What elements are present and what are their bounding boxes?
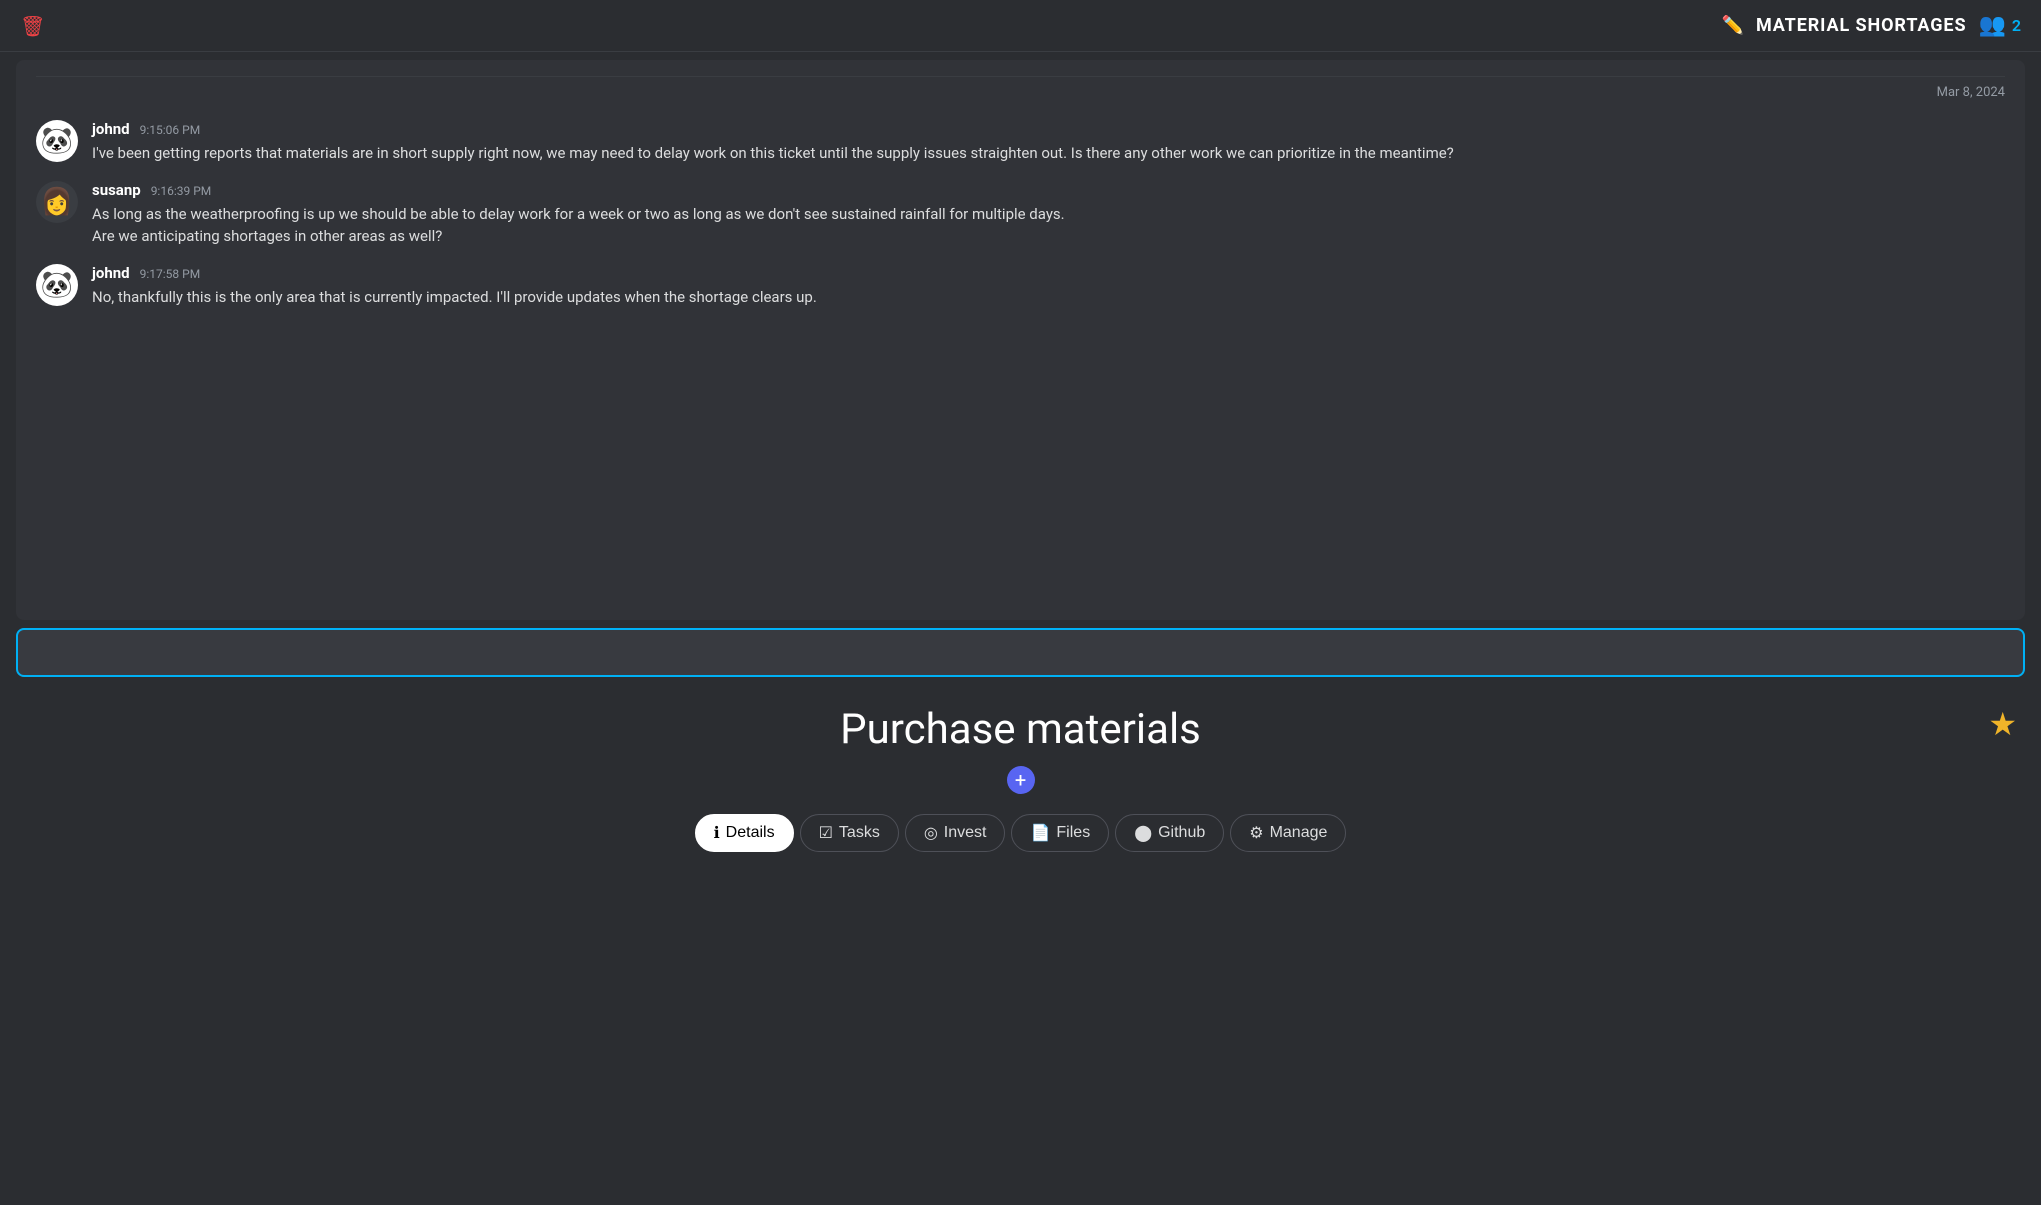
bottom-panel: ★ Purchase materials + ℹ Details ☑ Tasks… (0, 685, 2041, 1205)
tab-invest-label: Invest (944, 824, 987, 842)
message-author: susanp (92, 181, 141, 199)
avatar: 🐼 (36, 264, 78, 306)
panel-title: Purchase materials (840, 705, 1201, 754)
date-divider: Mar 8, 2024 (36, 76, 2005, 112)
message-text: No, thankfully this is the only area tha… (92, 286, 2005, 309)
message-author: johnd (92, 264, 130, 282)
top-bar-left: 🗑 (20, 14, 45, 38)
message-author: johnd (92, 120, 130, 138)
edit-icon[interactable]: ✏️ (1722, 15, 1744, 36)
message-time: 9:16:39 PM (151, 184, 212, 198)
message-content: johnd 9:15:06 PM I've been getting repor… (92, 120, 2005, 165)
star-button[interactable]: ★ (1988, 705, 2017, 743)
tab-details[interactable]: ℹ Details (695, 814, 794, 852)
tab-invest[interactable]: ◎ Invest (905, 814, 1006, 852)
tab-tasks[interactable]: ☑ Tasks (800, 814, 899, 852)
tab-files-label: Files (1056, 824, 1090, 842)
message-header: johnd 9:17:58 PM (92, 264, 2005, 282)
tab-manage[interactable]: ⚙ Manage (1230, 814, 1346, 852)
tab-github-label: Github (1158, 824, 1205, 842)
message-header: susanp 9:16:39 PM (92, 181, 2005, 199)
message-time: 9:17:58 PM (140, 267, 201, 281)
github-icon: ⬤ (1134, 823, 1152, 843)
tab-bar: ℹ Details ☑ Tasks ◎ Invest 📄 Files ⬤ Git… (695, 814, 1347, 852)
tab-details-label: Details (726, 824, 775, 842)
members-count: 2 (2012, 16, 2021, 35)
message-group: 👩 susanp 9:16:39 PM As long as the weath… (36, 181, 2005, 248)
tab-github[interactable]: ⬤ Github (1115, 814, 1224, 852)
tab-files[interactable]: 📄 Files (1011, 814, 1109, 852)
tasks-icon: ☑ (819, 823, 833, 843)
top-bar: 🗑 ✏️ MATERIAL SHORTAGES 👥 2 (0, 0, 2041, 52)
avatar: 👩 (36, 181, 78, 223)
top-bar-right: ✏️ MATERIAL SHORTAGES 👥 2 (1722, 13, 2021, 38)
tab-tasks-label: Tasks (839, 824, 880, 842)
message-content: susanp 9:16:39 PM As long as the weather… (92, 181, 2005, 248)
manage-icon: ⚙ (1249, 823, 1263, 843)
message-time: 9:15:06 PM (140, 123, 201, 137)
info-icon: ℹ (714, 823, 720, 843)
files-icon: 📄 (1030, 823, 1050, 843)
avatar: 🐼 (36, 120, 78, 162)
message-input-area (16, 628, 2025, 677)
trash-icon[interactable]: 🗑 (20, 14, 45, 38)
members-icon: 👥 (1978, 13, 2005, 38)
plus-button[interactable]: + (1007, 766, 1035, 794)
invest-icon: ◎ (924, 823, 938, 843)
message-text: As long as the weatherproofing is up we … (92, 203, 2005, 248)
message-group: 🐼 johnd 9:15:06 PM I've been getting rep… (36, 120, 2005, 165)
message-group: 🐼 johnd 9:17:58 PM No, thankfully this i… (36, 264, 2005, 309)
message-text: I've been getting reports that materials… (92, 142, 2005, 165)
channel-title: MATERIAL SHORTAGES (1756, 15, 1967, 36)
message-header: johnd 9:15:06 PM (92, 120, 2005, 138)
message-input[interactable] (16, 628, 2025, 677)
message-content: johnd 9:17:58 PM No, thankfully this is … (92, 264, 2005, 309)
tab-manage-label: Manage (1270, 824, 1328, 842)
members-area: 👥 2 (1978, 13, 2021, 38)
chat-container: Mar 8, 2024 🐼 johnd 9:15:06 PM I've been… (16, 60, 2025, 620)
